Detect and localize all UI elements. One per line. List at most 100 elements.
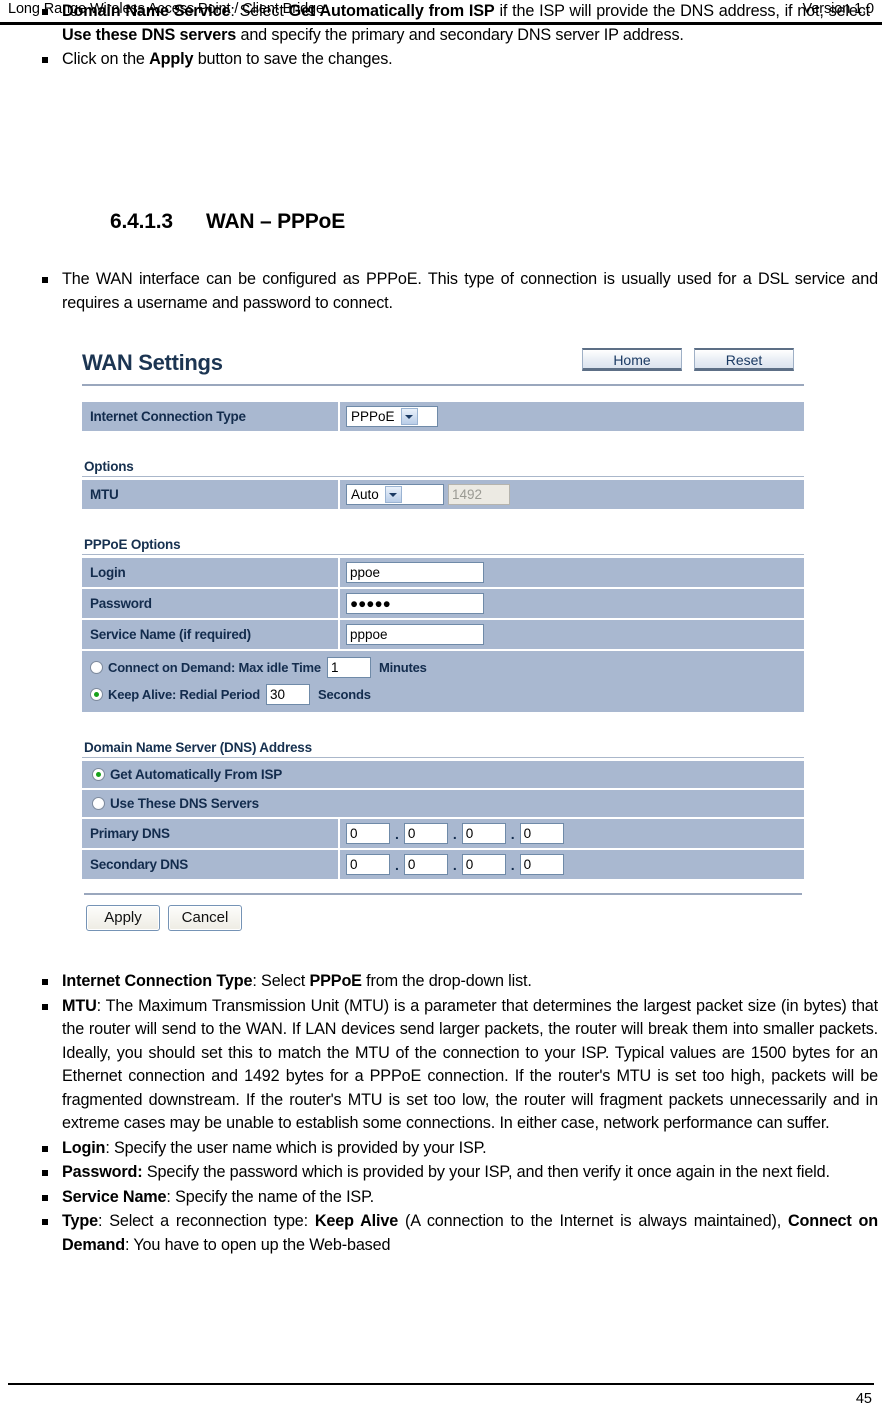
bottom-bullet-list: Internet Connection Type: Select PPPoE f… [30, 970, 878, 1258]
page-number: 45 [855, 1391, 872, 1407]
section-heading: 6.4.1.3 WAN – PPPoE [110, 210, 345, 234]
reset-button[interactable]: Reset [694, 348, 794, 371]
bullet-text: Internet Connection Type: Select PPPoE f… [62, 972, 532, 990]
secondary-dns-octet-1[interactable] [346, 854, 390, 875]
options-group-title: Options [82, 459, 804, 477]
top-bullet-list: Domain Name Service: Select Get Automati… [30, 0, 878, 73]
bullet-text: MTU: The Maximum Transmission Unit (MTU)… [62, 996, 878, 1133]
secondary-dns-row: Secondary DNS . . . [82, 850, 804, 879]
max-idle-time-input[interactable] [326, 657, 371, 678]
dns-auto-label: Get Automatically From ISP [110, 767, 283, 782]
dns-auto-radio[interactable] [92, 768, 105, 781]
apply-button[interactable]: Apply [86, 905, 160, 931]
dns-dot-separator: . [452, 825, 457, 842]
dns-manual-option[interactable]: Use These DNS Servers [82, 790, 804, 817]
bullet-text: Click on the Apply button to save the ch… [62, 50, 393, 68]
bullet-text: Password: Specify the password which is … [62, 1163, 830, 1181]
internet-connection-type-label: Internet Connection Type [82, 402, 340, 431]
login-label: Login [82, 558, 340, 587]
redial-period-input[interactable] [266, 684, 311, 705]
ui-footer-rule [84, 893, 802, 895]
bullet-text: Type: Select a reconnection type: Keep A… [62, 1212, 879, 1254]
primary-dns-octet-3[interactable] [461, 823, 506, 844]
bullet-item: Login: Specify the user name which is pr… [30, 1137, 878, 1161]
primary-dns-octet-2[interactable] [403, 823, 448, 844]
secondary-dns-value: . . . [340, 850, 804, 879]
internet-connection-type-selected: PPPoE [351, 409, 395, 424]
ui-title-bar: WAN Settings Home Reset [82, 346, 804, 386]
secondary-dns-label: Secondary DNS [82, 850, 340, 879]
section-gap-options [82, 433, 804, 459]
ui-action-bar: Apply Cancel [82, 905, 804, 931]
keep-alive-option[interactable]: Keep Alive: Redial Period Seconds [82, 681, 804, 708]
dns-dot-separator: . [395, 856, 399, 873]
dns-manual-radio[interactable] [92, 797, 105, 810]
cancel-button[interactable]: Cancel [168, 905, 242, 931]
footer-divider-rule [8, 1383, 874, 1385]
service-name-input[interactable] [346, 624, 484, 645]
mtu-label: MTU [82, 480, 340, 509]
keep-alive-label: Keep Alive: Redial Period [108, 687, 261, 702]
bullet-text: The WAN interface can be configured as P… [62, 270, 878, 312]
password-label: Password [82, 589, 340, 618]
dns-dot-separator: . [395, 825, 399, 842]
bullet-item: The WAN interface can be configured as P… [30, 268, 878, 315]
mtu-mode-selected: Auto [351, 487, 379, 502]
login-input[interactable] [346, 562, 484, 583]
max-idle-time-unit: Minutes [378, 660, 427, 675]
section-gap-dns [82, 714, 804, 740]
dns-dot-separator: . [510, 825, 515, 842]
mtu-mode-select[interactable]: Auto [346, 484, 444, 505]
home-button[interactable]: Home [582, 348, 682, 371]
secondary-dns-octet-4[interactable] [519, 854, 564, 875]
mtu-row: MTU Auto [82, 480, 804, 509]
primary-dns-octet-4[interactable] [519, 823, 564, 844]
ui-top-button-group: Home Reset [582, 348, 794, 371]
section-gap-pppoe [82, 511, 804, 537]
dns-dot-separator: . [452, 856, 457, 873]
bullet-item: Internet Connection Type: Select PPPoE f… [30, 970, 878, 994]
reconnect-mode-block: Connect on Demand: Max idle Time Minutes… [82, 651, 804, 712]
chevron-down-icon [400, 408, 418, 425]
redial-period-unit: Seconds [318, 687, 371, 702]
bullet-text: Service Name: Specify the name of the IS… [62, 1187, 374, 1206]
internet-connection-type-select[interactable]: PPPoE [346, 406, 438, 427]
bullet-item: Click on the Apply button to save the ch… [30, 48, 878, 72]
connect-on-demand-label: Connect on Demand: Max idle Time [108, 660, 321, 675]
password-row: Password [82, 589, 804, 618]
bullet-item: MTU: The Maximum Transmission Unit (MTU)… [30, 995, 878, 1136]
connect-on-demand-radio[interactable] [90, 661, 103, 674]
bullet-item: Type: Select a reconnection type: Keep A… [30, 1210, 878, 1257]
section-title: WAN – PPPoE [206, 210, 345, 233]
connect-on-demand-option[interactable]: Connect on Demand: Max idle Time Minutes [82, 654, 804, 681]
router-ui-screenshot: WAN Settings Home Reset Internet Connect… [72, 338, 812, 941]
primary-dns-label: Primary DNS [82, 819, 340, 848]
internet-connection-type-value: PPPoE [340, 402, 804, 431]
section-number: 6.4.1.3 [110, 210, 173, 233]
service-name-label: Service Name (if required) [82, 620, 340, 649]
password-input[interactable] [346, 593, 484, 614]
service-name-row: Service Name (if required) [82, 620, 804, 649]
mtu-value: Auto [340, 480, 804, 509]
login-row: Login [82, 558, 804, 587]
password-value [340, 589, 804, 618]
bullet-text: Login: Specify the user name which is pr… [62, 1138, 487, 1157]
primary-dns-row: Primary DNS . . . [82, 819, 804, 848]
bullet-item: Domain Name Service: Select Get Automati… [30, 0, 878, 47]
keep-alive-radio[interactable] [90, 688, 103, 701]
dns-auto-option[interactable]: Get Automatically From ISP [82, 761, 804, 788]
bullet-item: Service Name: Specify the name of the IS… [30, 1186, 878, 1210]
primary-dns-octet-1[interactable] [346, 823, 390, 844]
secondary-dns-octet-2[interactable] [403, 854, 448, 875]
dns-dot-separator: . [510, 856, 515, 873]
bullet-text: Domain Name Service: Select Get Automati… [62, 2, 870, 44]
primary-dns-value: . . . [340, 819, 804, 848]
page-footer: 45 [8, 1383, 874, 1417]
dns-group-title: Domain Name Server (DNS) Address [82, 740, 804, 758]
chevron-down-icon [384, 486, 402, 503]
mtu-size-input[interactable] [448, 484, 510, 505]
secondary-dns-octet-3[interactable] [461, 854, 506, 875]
internet-connection-type-row: Internet Connection Type PPPoE [82, 402, 804, 431]
pppoe-group-title: PPPoE Options [82, 537, 804, 555]
service-name-value [340, 620, 804, 649]
